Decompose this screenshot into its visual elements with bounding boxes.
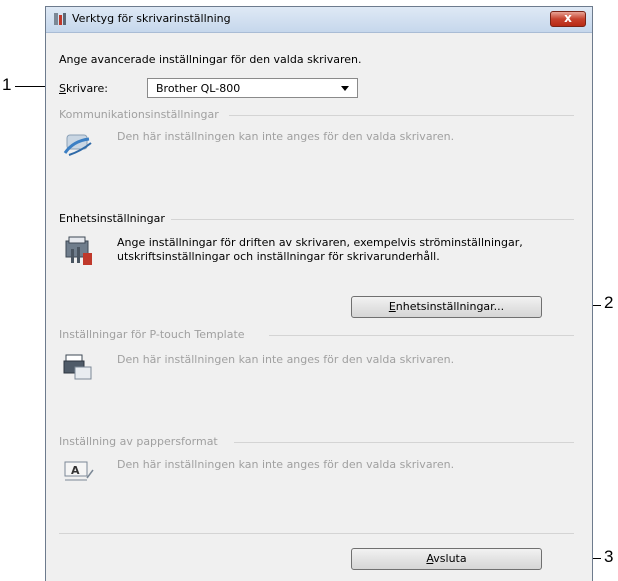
device-text-line2: utskriftsinställningar och inställningar… xyxy=(117,250,440,263)
printer-label: Skrivare: xyxy=(59,82,108,95)
device-text-line1: Ange inställningar för driften av skriva… xyxy=(117,236,523,249)
device-settings-button[interactable]: Enhetsinställningar... xyxy=(351,296,542,318)
callout-2: 2 xyxy=(604,293,614,312)
ptouch-template-icon xyxy=(63,354,92,380)
communication-icon xyxy=(63,134,92,156)
callout-3: 3 xyxy=(604,547,614,566)
communication-divider xyxy=(229,115,574,116)
device-settings-icon xyxy=(65,236,92,265)
intro-text: Ange avancerade inställningar för den va… xyxy=(59,53,362,66)
printer-select[interactable]: Brother QL-800 xyxy=(147,78,358,98)
device-heading: Enhetsinställningar xyxy=(59,212,165,225)
svg-text:A: A xyxy=(71,464,80,477)
window-title: Verktyg för skrivarinställning xyxy=(72,12,231,25)
printer-select-value: Brother QL-800 xyxy=(156,82,241,95)
paper-heading: Inställning av pappersformat xyxy=(59,435,218,448)
device-divider xyxy=(171,219,574,220)
close-icon: x xyxy=(564,11,572,25)
communication-heading: Kommunikationsinställningar xyxy=(59,108,219,121)
exit-button[interactable]: Avsluta xyxy=(351,548,542,570)
paper-divider xyxy=(234,442,574,443)
callout-1: 1 xyxy=(2,75,12,94)
ptouch-text: Den här inställningen kan inte anges för… xyxy=(117,353,455,366)
paper-format-icon: A xyxy=(64,461,94,481)
chevron-down-icon xyxy=(341,86,349,91)
bottom-divider xyxy=(59,533,574,534)
printer-tool-icon xyxy=(54,13,66,25)
ptouch-divider xyxy=(269,335,574,336)
ptouch-heading: Inställningar för P-touch Template xyxy=(59,328,245,341)
title-bar: Verktyg för skrivarinställning x xyxy=(46,7,592,33)
paper-text: Den här inställningen kan inte anges för… xyxy=(117,458,455,471)
communication-text: Den här inställningen kan inte anges för… xyxy=(117,130,455,143)
printer-setting-tool-window: Verktyg för skrivarinställning x Ange av… xyxy=(45,6,593,581)
close-button[interactable]: x xyxy=(550,11,586,27)
